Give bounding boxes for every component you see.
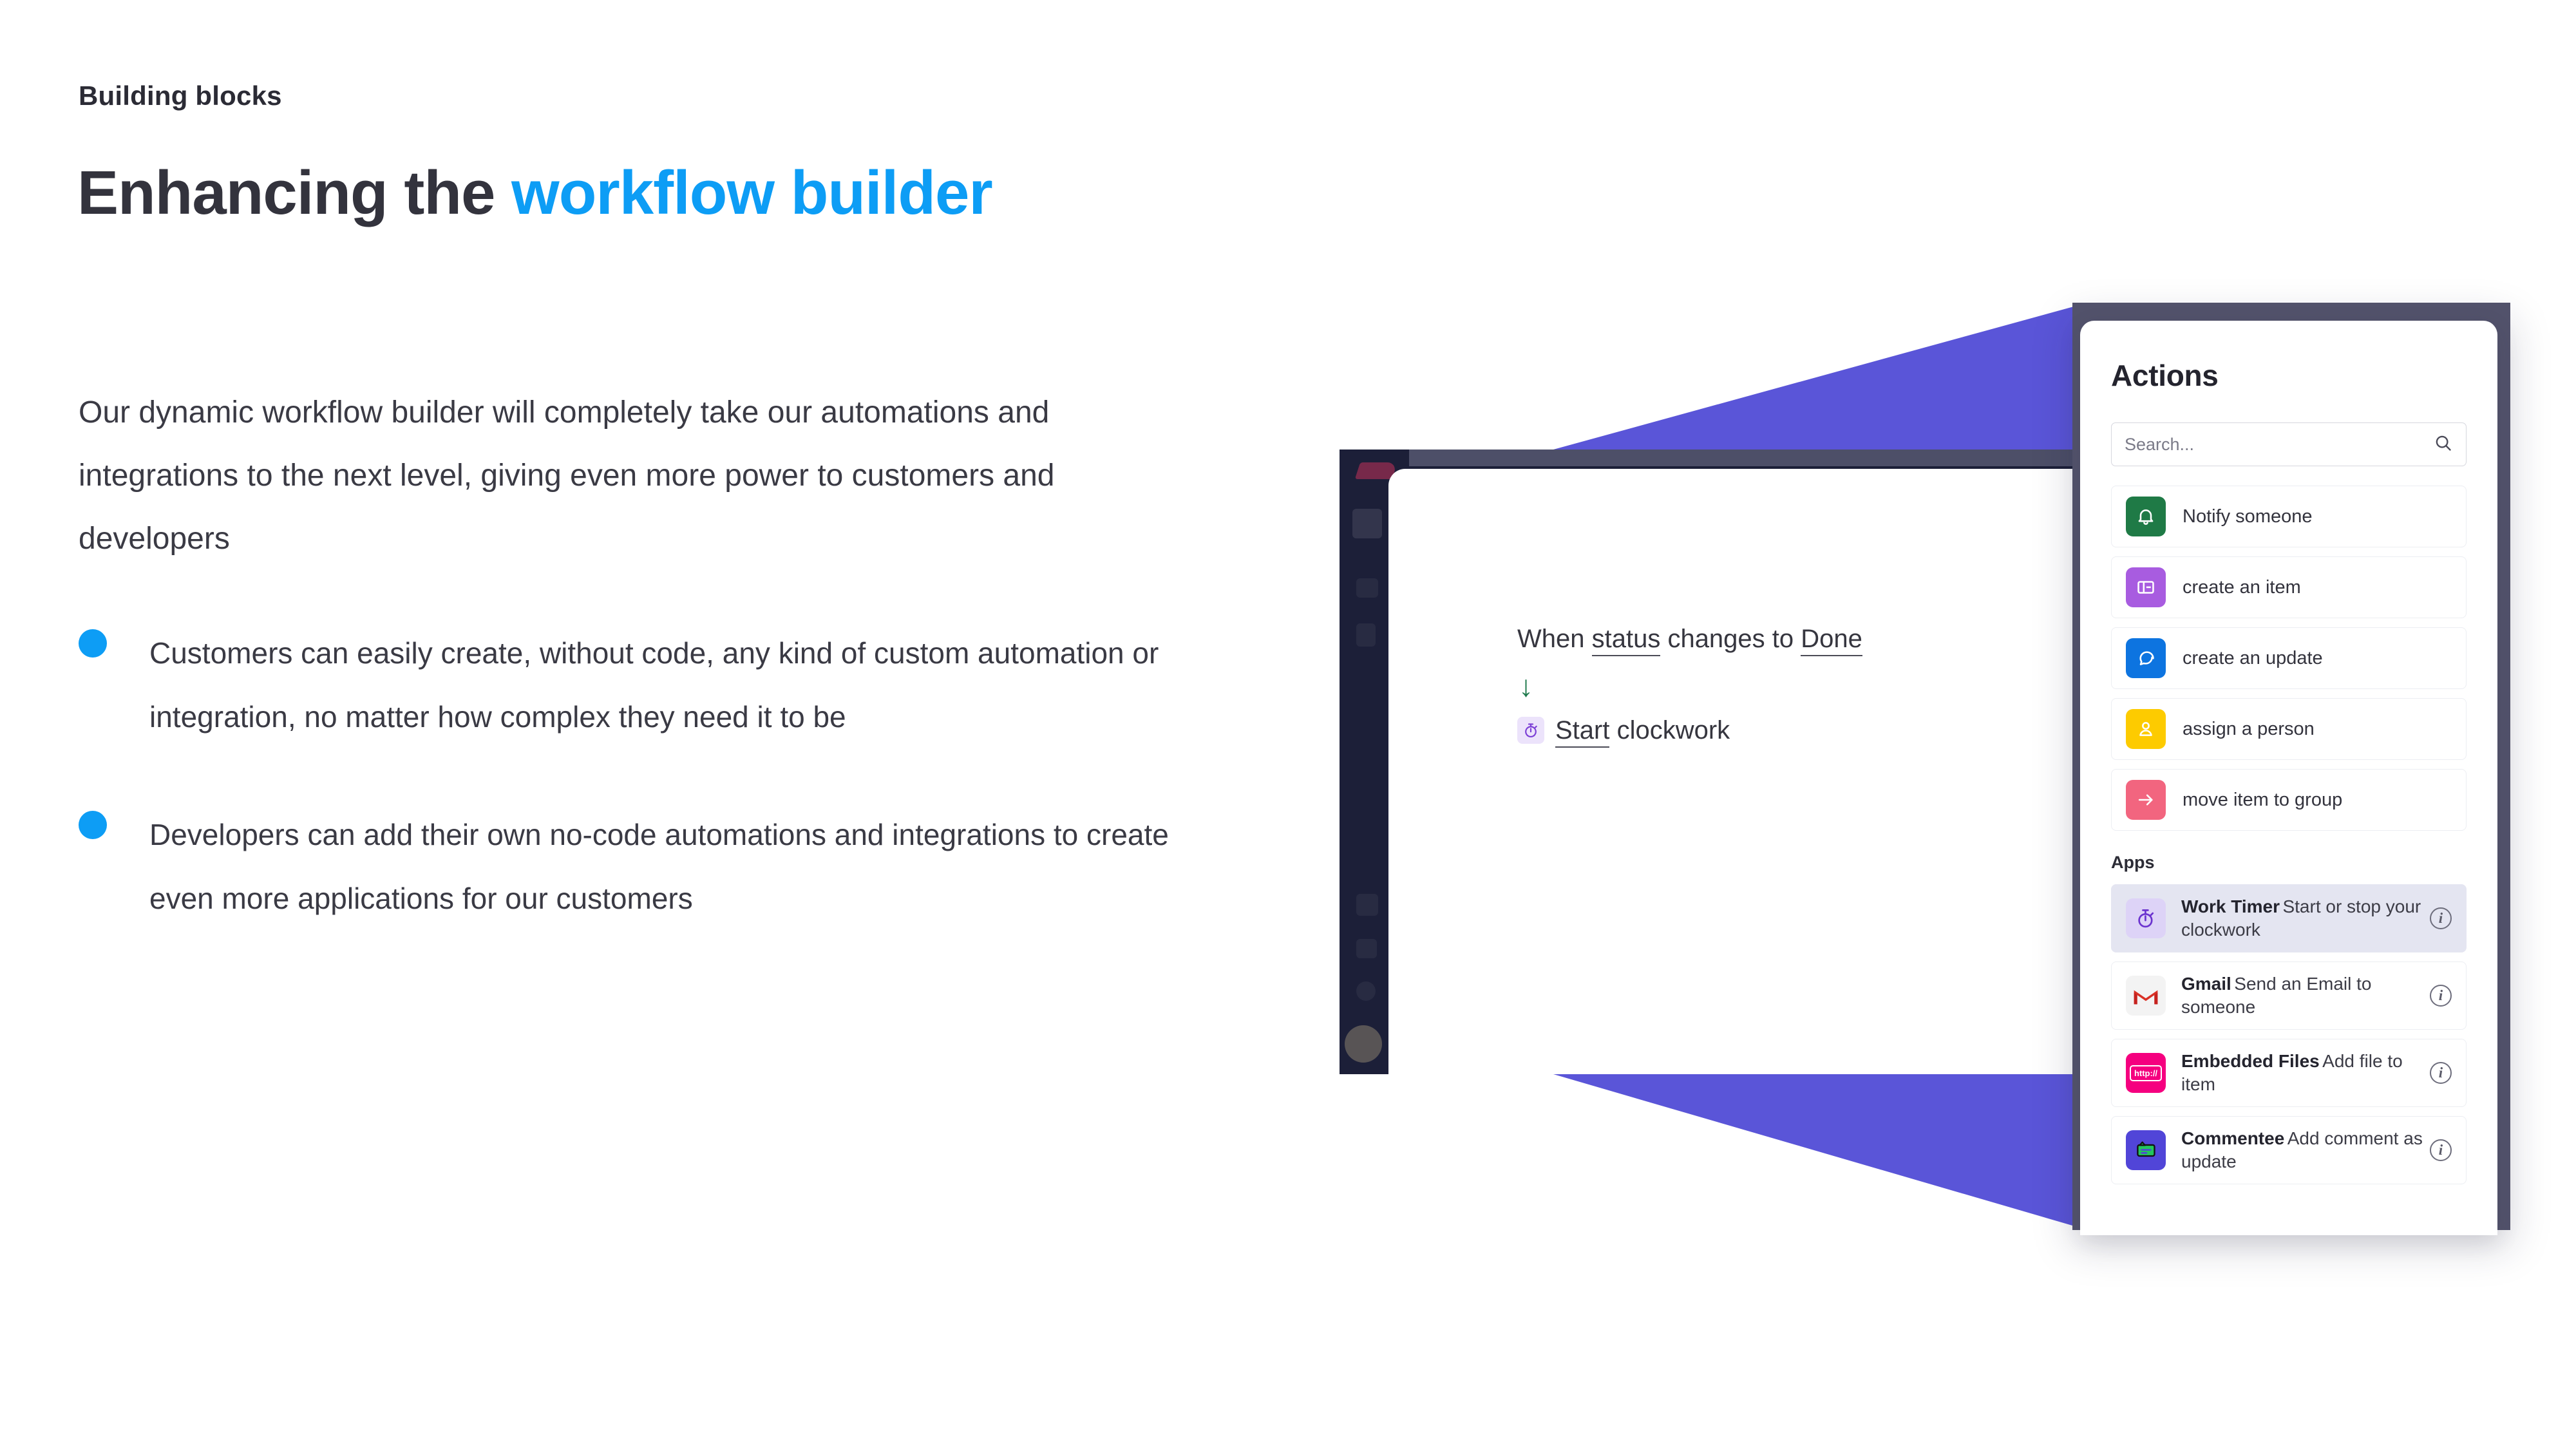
app-row-work-timer[interactable]: Work Timer Start or stop your clockwork … bbox=[2111, 884, 2467, 952]
list-item: Developers can add their own no-code aut… bbox=[79, 803, 1186, 931]
apps-list: Work Timer Start or stop your clockwork … bbox=[2111, 884, 2467, 1184]
sidebar-ghost-item bbox=[1356, 623, 1376, 647]
recipe-action-text: Start clockwork bbox=[1555, 715, 1730, 748]
app-row-commentee[interactable]: Commentee Add comment as update i bbox=[2111, 1116, 2467, 1184]
board-canvas: When status changes to Done ↓ Start cloc… bbox=[1388, 469, 2088, 1074]
app-row-gmail[interactable]: Gmail Send an Email to someone i bbox=[2111, 961, 2467, 1030]
recipe-when-mid: changes to bbox=[1660, 625, 1801, 653]
recipe-when-prefix: When bbox=[1517, 625, 1592, 653]
recipe-action-token[interactable]: Start bbox=[1555, 716, 1610, 748]
list-item-text: Developers can add their own no-code aut… bbox=[149, 818, 1169, 915]
recipe-trigger-line: When status changes to Done bbox=[1517, 623, 1981, 656]
action-row-create-an-item[interactable]: create an item bbox=[2111, 556, 2467, 618]
bell-icon bbox=[2126, 497, 2166, 536]
action-label: Notify someone bbox=[2183, 506, 2313, 527]
recipe-action-suffix: clockwork bbox=[1609, 716, 1730, 744]
headline-plain: Enhancing the bbox=[77, 158, 512, 227]
action-label: create an item bbox=[2183, 576, 2301, 598]
recipe-action-line: Start clockwork bbox=[1517, 715, 1981, 748]
app-text: Gmail Send an Email to someone bbox=[2181, 972, 2430, 1019]
app-name: Gmail bbox=[2181, 973, 2231, 994]
actions-list: Notify someone create an item create an … bbox=[2111, 486, 2467, 831]
recipe-value-token[interactable]: Done bbox=[1801, 625, 1862, 656]
action-row-notify-someone[interactable]: Notify someone bbox=[2111, 486, 2467, 547]
down-arrow-icon: ↓ bbox=[1519, 669, 1533, 703]
headline-accent: workflow builder bbox=[511, 158, 993, 227]
intro-paragraph: Our dynamic workflow builder will comple… bbox=[79, 395, 1055, 556]
automation-recipe: When status changes to Done ↓ Start cloc… bbox=[1517, 623, 1981, 748]
board-icon bbox=[2126, 567, 2166, 607]
action-row-create-an-update[interactable]: create an update bbox=[2111, 627, 2467, 689]
info-icon[interactable]: i bbox=[2430, 907, 2452, 929]
stopwatch-icon bbox=[1517, 717, 1544, 744]
app-text: Embedded Files Add file to item bbox=[2181, 1050, 2430, 1097]
comment-badge-icon bbox=[2126, 1130, 2166, 1170]
search-input[interactable]: Search... bbox=[2111, 422, 2467, 466]
board-window: When status changes to Done ↓ Start cloc… bbox=[1340, 450, 2088, 1074]
info-icon[interactable]: i bbox=[2430, 1139, 2452, 1161]
panel-title: Actions bbox=[2111, 359, 2219, 392]
action-label: assign a person bbox=[2183, 718, 2315, 739]
product-illustration: When status changes to Done ↓ Start cloc… bbox=[1340, 283, 2524, 1249]
bullet-dot-icon bbox=[79, 811, 107, 839]
page-title: Enhancing the workflow builder bbox=[77, 158, 993, 229]
stopwatch-icon bbox=[2126, 898, 2166, 938]
bullet-dot-icon bbox=[79, 629, 107, 658]
search-icon[interactable] bbox=[2434, 433, 2453, 456]
speech-icon bbox=[2126, 638, 2166, 678]
apps-section-heading: Apps bbox=[2111, 853, 2155, 872]
app-name: Embedded Files bbox=[2181, 1050, 2320, 1071]
search-placeholder: Search... bbox=[2125, 434, 2195, 454]
window-titlebar bbox=[1409, 450, 2088, 466]
recipe-trigger-token[interactable]: status bbox=[1591, 625, 1661, 656]
actions-dropdown: Actions Search... Notify someone create … bbox=[2080, 321, 2497, 1235]
slide-canvas: Building blocks Enhancing the workflow b… bbox=[0, 0, 2576, 1449]
app-text: Work Timer Start or stop your clockwork bbox=[2181, 895, 2430, 942]
action-row-move-item-to-group[interactable]: move item to group bbox=[2111, 769, 2467, 831]
sidebar-ghost-item bbox=[1356, 578, 1378, 598]
sidebar-ghost-item bbox=[1356, 894, 1378, 916]
action-label: move item to group bbox=[2183, 789, 2343, 810]
bullet-list: Customers can easily create, without cod… bbox=[79, 621, 1186, 985]
list-item: Customers can easily create, without cod… bbox=[79, 621, 1186, 749]
sidebar-ghost-item bbox=[1356, 939, 1377, 958]
eyebrow-label: Building blocks bbox=[79, 80, 282, 111]
person-icon bbox=[2126, 709, 2166, 749]
gmail-icon bbox=[2126, 976, 2166, 1016]
app-name: Commentee bbox=[2181, 1128, 2285, 1148]
action-label: create an update bbox=[2183, 647, 2323, 668]
http-icon: http:// bbox=[2126, 1053, 2166, 1093]
info-icon[interactable]: i bbox=[2430, 1062, 2452, 1084]
app-name: Work Timer bbox=[2181, 896, 2280, 916]
info-icon[interactable]: i bbox=[2430, 985, 2452, 1007]
app-row-embedded-files[interactable]: http:// Embedded Files Add file to item … bbox=[2111, 1039, 2467, 1107]
sidebar-ghost-item bbox=[1352, 509, 1382, 538]
arrow-right-icon bbox=[2126, 780, 2166, 820]
app-text: Commentee Add comment as update bbox=[2181, 1127, 2430, 1174]
list-item-text: Customers can easily create, without cod… bbox=[149, 636, 1159, 734]
avatar bbox=[1345, 1025, 1382, 1063]
action-row-assign-a-person[interactable]: assign a person bbox=[2111, 698, 2467, 760]
sidebar-ghost-item bbox=[1356, 981, 1376, 1001]
